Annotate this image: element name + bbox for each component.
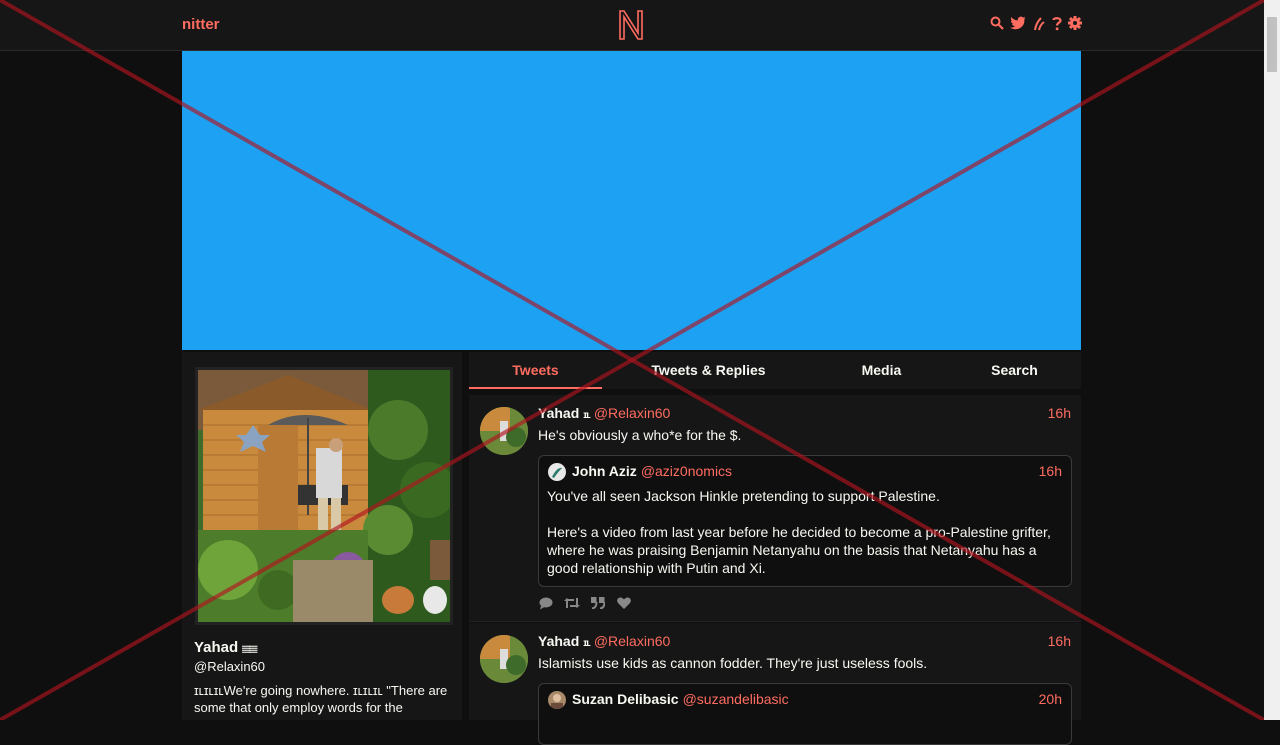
tab-tweets[interactable]: Tweets (469, 352, 603, 389)
profile-tabs: Tweets Tweets & Replies Media Search (469, 352, 1081, 389)
scrollbar-thumb[interactable] (1267, 17, 1277, 72)
tweet-date[interactable]: 16h (1048, 405, 1071, 421)
rss-icon[interactable] (1032, 15, 1046, 31)
quote-fullname[interactable]: John Aziz (572, 463, 637, 479)
tweet-badge: ɪʟ (583, 638, 591, 649)
tweet-content: Islamists use kids as cannon fodder. The… (538, 655, 928, 671)
tweet-username[interactable]: @Relaxin60 (594, 633, 670, 649)
tweet-fullname-text: Yahad (538, 633, 580, 649)
garden-photo (198, 370, 450, 622)
profile-username[interactable]: @Relaxin60 (194, 659, 265, 674)
help-icon[interactable] (1052, 15, 1062, 31)
tweet-avatar[interactable] (480, 635, 528, 683)
tweet-date[interactable]: 16h (1048, 633, 1071, 649)
gear-icon[interactable] (1068, 15, 1082, 31)
twitter-bird-icon[interactable] (1010, 15, 1026, 31)
quoted-tweet[interactable]: Suzan Delibasic @suzandelibasic 20h (538, 683, 1072, 745)
quote-icon[interactable] (590, 596, 606, 610)
quote-header: Suzan Delibasic @suzandelibasic 20h (572, 691, 1062, 709)
tab-search[interactable]: Search (948, 352, 1081, 389)
quote-content: You've all seen Jackson Hinkle pretendin… (547, 487, 1061, 577)
tweet-fullname[interactable]: Yahad ɪʟ (538, 405, 591, 421)
nitter-logo[interactable] (617, 8, 645, 42)
quoted-tweet[interactable]: John Aziz @aziz0nomics 16h You've all see… (538, 455, 1072, 587)
profile-card: Yahad 𝄙𝄙 @Relaxin60 ɪʟɪʟɪʟWe're going now… (182, 352, 462, 720)
quote-username[interactable]: @aziz0nomics (641, 463, 732, 479)
quote-paragraph: Here's a video from last year before he … (547, 524, 1051, 576)
timeline-item[interactable]: Yahad ɪʟ @Relaxin60 16h Islamists use kids… (469, 623, 1081, 745)
tweet-header: Yahad ɪʟ @Relaxin60 16h (538, 633, 1071, 651)
nitter-logo-icon (619, 10, 643, 40)
tweet-avatar[interactable] (480, 407, 528, 455)
navbar: nitter (0, 0, 1264, 51)
tab-tweets-replies[interactable]: Tweets & Replies (602, 352, 815, 389)
retweet-icon[interactable] (564, 596, 580, 610)
tweet-badge: ɪʟ (583, 410, 591, 421)
tweet-stats (538, 596, 632, 610)
tweet-fullname-text: Yahad (538, 405, 580, 421)
timeline-item[interactable]: Yahad ɪʟ @Relaxin60 16h He's obviously a w… (469, 395, 1081, 622)
quote-avatar[interactable] (548, 691, 566, 709)
search-icon[interactable] (990, 15, 1004, 31)
heart-icon[interactable] (616, 596, 632, 610)
timeline: Tweets Tweets & Replies Media Search Yah… (469, 352, 1081, 745)
nitter-brand-link[interactable]: nitter (182, 16, 220, 33)
tweet-header: Yahad ɪʟ @Relaxin60 16h (538, 405, 1071, 423)
profile-name-text: Yahad (194, 639, 239, 656)
quote-date[interactable]: 16h (1039, 463, 1062, 479)
profile-banner[interactable] (182, 51, 1081, 350)
quote-username[interactable]: @suzandelibasic (683, 691, 789, 707)
quote-header: John Aziz @aziz0nomics 16h (572, 463, 1062, 481)
nav-icons (990, 15, 1082, 31)
quote-date[interactable]: 20h (1039, 691, 1062, 707)
profile-badge: 𝄙𝄙 (242, 644, 257, 655)
profile-avatar[interactable] (195, 367, 453, 625)
tweet-fullname[interactable]: Yahad ɪʟ (538, 633, 591, 649)
quote-fullname[interactable]: Suzan Delibasic (572, 691, 679, 707)
quote-paragraph: You've all seen Jackson Hinkle pretendin… (547, 488, 940, 504)
profile-bio: ɪʟɪʟɪʟWe're going nowhere. ɪʟɪʟɪʟ "There… (194, 683, 448, 715)
tab-media[interactable]: Media (815, 352, 948, 389)
quote-avatar[interactable] (548, 463, 566, 481)
page-scrollbar[interactable] (1264, 0, 1280, 720)
comment-icon[interactable] (538, 596, 554, 610)
tweet-content: He's obviously a who*e for the $. (538, 427, 742, 443)
tweet-username[interactable]: @Relaxin60 (594, 405, 670, 421)
profile-fullname[interactable]: Yahad 𝄙𝄙 (194, 639, 257, 656)
